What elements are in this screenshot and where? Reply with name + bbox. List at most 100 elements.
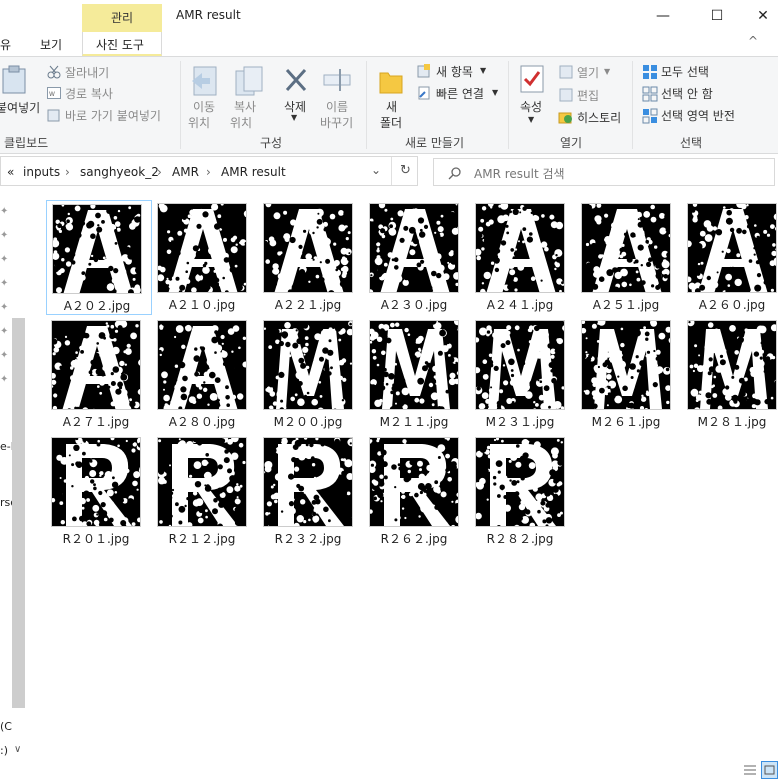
file-thumbnail[interactable] <box>263 320 353 410</box>
easy-access-dropdown-icon[interactable]: ▼ <box>492 88 498 97</box>
new-item-button[interactable]: 새 항목 <box>436 63 473 80</box>
file-thumbnail[interactable] <box>157 437 247 527</box>
paste-shortcut-button[interactable]: 바로 가기 붙여넣기 <box>65 107 161 124</box>
file-thumbnail[interactable] <box>687 320 777 410</box>
history-button[interactable]: 히스토리 <box>577 109 621 126</box>
close-button[interactable]: ✕ <box>740 0 778 32</box>
file-item[interactable]: A２３０.jpg <box>364 200 470 315</box>
file-item[interactable]: R２０１.jpg <box>46 434 152 549</box>
file-name[interactable]: A２４１.jpg <box>470 296 570 313</box>
open-dropdown-icon[interactable]: ▼ <box>604 67 610 76</box>
file-name[interactable]: A２１０.jpg <box>152 296 252 313</box>
file-name[interactable]: M２１１.jpg <box>364 413 464 430</box>
refresh-icon[interactable]: ↻ <box>400 163 411 178</box>
file-name[interactable]: A２２１.jpg <box>258 296 358 313</box>
file-name[interactable]: A２０２.jpg <box>47 297 147 314</box>
file-item[interactable]: M２８１.jpg <box>682 317 778 432</box>
nav-scrollbar-thumb[interactable] <box>12 318 25 708</box>
new-item-dropdown-icon[interactable]: ▼ <box>480 66 486 75</box>
file-thumbnail[interactable] <box>157 203 247 293</box>
file-thumbnail[interactable] <box>369 437 459 527</box>
paste-icon[interactable] <box>2 65 28 95</box>
file-item[interactable]: M２００.jpg <box>258 317 364 432</box>
new-folder-icon[interactable] <box>378 65 404 95</box>
rename-label-1[interactable]: 이름 <box>326 98 348 115</box>
file-name[interactable]: A２５１.jpg <box>576 296 676 313</box>
properties-dropdown-icon[interactable]: ▼ <box>528 115 534 124</box>
file-item[interactable]: R２３２.jpg <box>258 434 364 549</box>
minimize-button[interactable]: — <box>640 0 686 32</box>
file-thumbnail[interactable] <box>581 320 671 410</box>
breadcrumb-item[interactable]: inputs <box>23 165 60 179</box>
breadcrumb-separator[interactable]: › <box>206 165 211 179</box>
tab-picture-tools[interactable]: 사진 도구 <box>96 36 144 53</box>
file-thumbnail[interactable] <box>51 437 141 527</box>
properties-icon[interactable] <box>520 65 544 93</box>
file-thumbnail[interactable] <box>687 203 777 293</box>
file-item[interactable]: R２８２.jpg <box>470 434 576 549</box>
file-name[interactable]: R２０１.jpg <box>46 530 146 547</box>
select-none-button[interactable]: 선택 안 함 <box>661 85 713 102</box>
file-name[interactable]: M２６１.jpg <box>576 413 676 430</box>
file-name[interactable]: M２３１.jpg <box>470 413 570 430</box>
file-item[interactable]: A２２１.jpg <box>258 200 364 315</box>
file-item[interactable]: A２４１.jpg <box>470 200 576 315</box>
move-to-label-2[interactable]: 위치 <box>188 114 210 131</box>
file-name[interactable]: A２８０.jpg <box>152 413 252 430</box>
copy-to-label-1[interactable]: 복사 <box>234 98 256 115</box>
breadcrumb-item[interactable]: sanghyeok_2 <box>80 165 159 179</box>
breadcrumb-item[interactable]: AMR <box>172 165 199 179</box>
file-thumbnail[interactable] <box>369 203 459 293</box>
delete-dropdown-icon[interactable]: ▼ <box>291 113 297 122</box>
rename-label-2[interactable]: 바꾸기 <box>320 114 353 131</box>
maximize-button[interactable]: ☐ <box>694 0 740 32</box>
file-item[interactable]: M２３１.jpg <box>470 317 576 432</box>
edit-button[interactable]: 편집 <box>577 87 599 104</box>
move-to-label-1[interactable]: 이동 <box>193 98 215 115</box>
breadcrumb-item[interactable]: AMR result <box>221 165 286 179</box>
paste-label[interactable]: 붙여넣기 <box>0 99 40 116</box>
file-item[interactable]: A２０２.jpg <box>46 200 152 315</box>
file-thumbnail[interactable] <box>369 320 459 410</box>
file-name[interactable]: R２３２.jpg <box>258 530 358 547</box>
breadcrumb-separator[interactable]: › <box>65 165 70 179</box>
easy-access-button[interactable]: 빠른 연결 <box>436 85 484 102</box>
file-thumbnail[interactable] <box>475 203 565 293</box>
file-item[interactable]: R２６２.jpg <box>364 434 470 549</box>
file-name[interactable]: A２６０.jpg <box>682 296 778 313</box>
file-item[interactable]: R２１２.jpg <box>152 434 258 549</box>
file-item[interactable]: M２１１.jpg <box>364 317 470 432</box>
file-thumbnail[interactable] <box>263 437 353 527</box>
invert-selection-button[interactable]: 선택 영역 반전 <box>661 107 735 124</box>
copy-to-label-2[interactable]: 위치 <box>230 114 252 131</box>
nav-scroll-down-icon[interactable]: ∨ <box>14 744 21 755</box>
file-name[interactable]: R２６２.jpg <box>364 530 464 547</box>
new-folder-label-1[interactable]: 새 <box>386 98 397 115</box>
file-thumbnail[interactable] <box>475 320 565 410</box>
address-bar[interactable]: « inputs › sanghyeok_2 › AMR › AMR resul… <box>0 156 418 186</box>
properties-label[interactable]: 속성 <box>520 98 542 115</box>
file-item[interactable]: A２６０.jpg <box>682 200 778 315</box>
tab-share[interactable]: 유 <box>0 36 11 53</box>
nav-item[interactable]: (C <box>0 720 12 733</box>
file-item[interactable]: A２７１.jpg <box>46 317 152 432</box>
tab-view[interactable]: 보기 <box>40 36 62 53</box>
open-button[interactable]: 열기 <box>577 64 599 81</box>
file-item[interactable]: M２６１.jpg <box>576 317 682 432</box>
file-name[interactable]: A２７１.jpg <box>46 413 146 430</box>
file-item[interactable]: A２１０.jpg <box>152 200 258 315</box>
file-name[interactable]: A２３０.jpg <box>364 296 464 313</box>
file-item[interactable]: A２８０.jpg <box>152 317 258 432</box>
new-folder-label-2[interactable]: 폴더 <box>380 114 402 131</box>
file-thumbnail[interactable] <box>263 203 353 293</box>
file-name[interactable]: M２８１.jpg <box>682 413 778 430</box>
file-thumbnail[interactable] <box>51 320 141 410</box>
copy-path-button[interactable]: 경로 복사 <box>65 85 113 102</box>
nav-item[interactable]: :) <box>0 744 8 757</box>
delete-icon[interactable] <box>284 67 308 93</box>
large-icons-view-icon[interactable] <box>761 761 778 779</box>
select-all-button[interactable]: 모두 선택 <box>661 63 709 80</box>
breadcrumb-overflow[interactable]: « <box>7 165 14 179</box>
breadcrumb-separator[interactable]: › <box>157 165 162 179</box>
file-item[interactable]: A２５１.jpg <box>576 200 682 315</box>
